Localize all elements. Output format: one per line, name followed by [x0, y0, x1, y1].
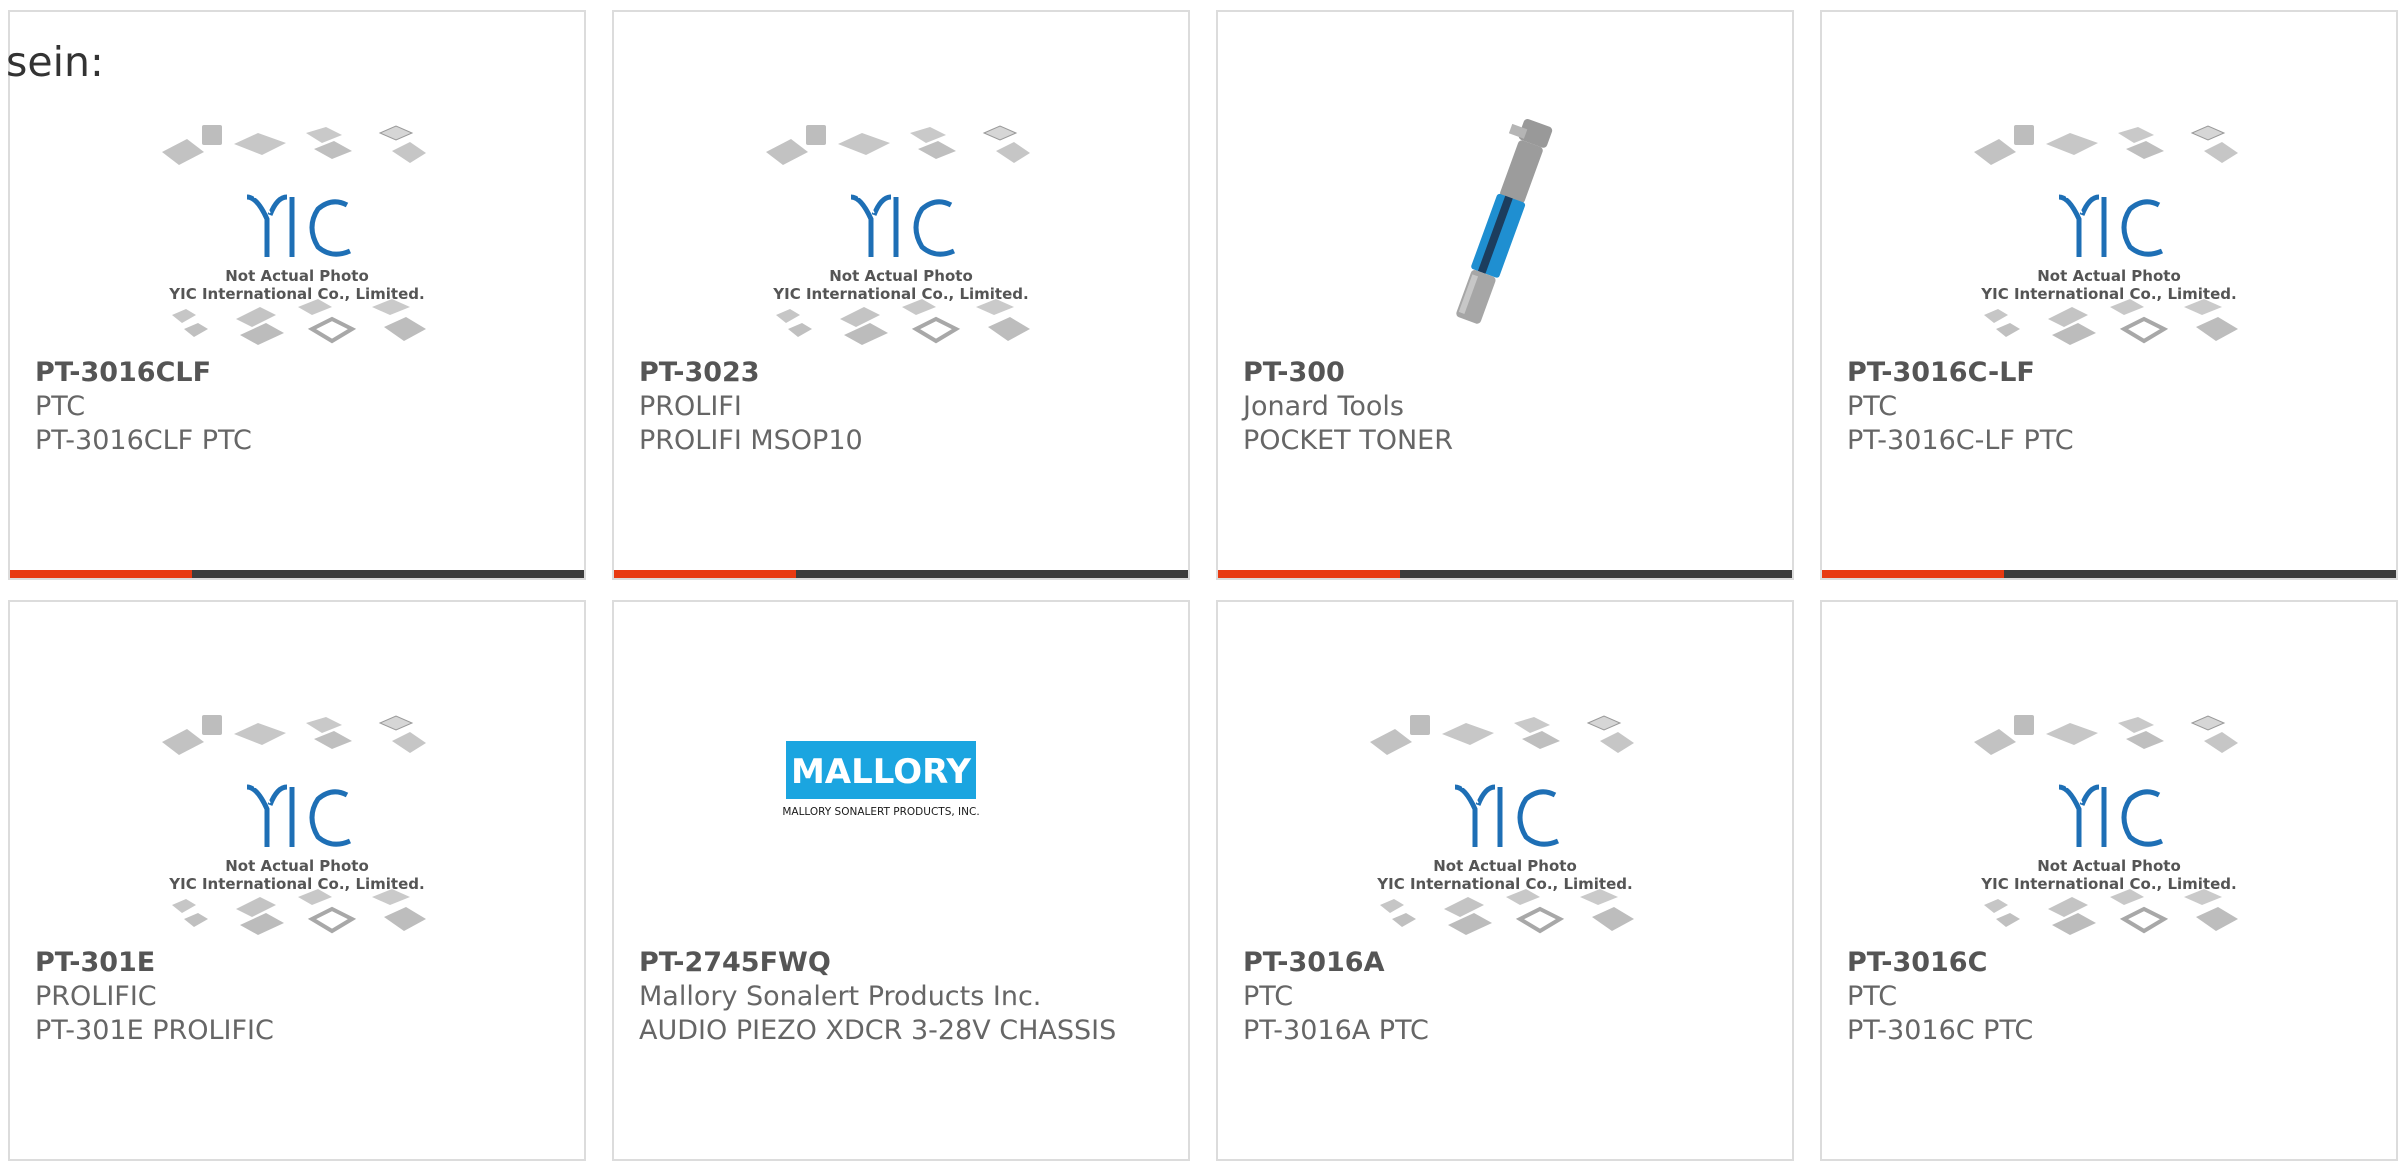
placeholder-line1: Not Actual Photo	[829, 267, 973, 285]
placeholder-line1: Not Actual Photo	[1433, 857, 1577, 875]
placeholder-photo: Not Actual Photo YIC International Co., …	[766, 124, 1032, 347]
placeholder-photo: Not Actual Photo YIC International Co., …	[1974, 124, 2240, 347]
product-info: PT-300 Jonard Tools POCKET TONER	[1243, 356, 1772, 458]
card-bar-accent	[614, 570, 796, 578]
product-manufacturer: PTC	[1847, 391, 1898, 422]
placeholder-photo: Not Actual Photo YIC International Co., …	[1974, 714, 2240, 937]
card-bar-accent	[1218, 570, 1400, 578]
product-image[interactable]	[1218, 97, 1792, 357]
placeholder-photo: Not Actual Photo YIC International Co., …	[162, 124, 428, 347]
placeholder-line2: YIC International Co., Limited.	[1980, 875, 2236, 893]
product-description: PT-3016A PTC	[1243, 1015, 1429, 1046]
mallory-tagline: MALLORY SONALERT PRODUCTS, INC.	[782, 806, 979, 818]
product-manufacturer: Jonard Tools	[1243, 391, 1404, 422]
product-card[interactable]: Not Actual Photo YIC International Co., …	[1820, 10, 2398, 580]
card-bottom-bar	[614, 570, 1188, 578]
product-part-number[interactable]: PT-3016C	[1847, 946, 2376, 980]
pocket-toner-photo	[1456, 119, 1553, 324]
card-bottom-bar	[1822, 570, 2396, 578]
product-image[interactable]: Not Actual Photo YIC International Co., …	[1822, 97, 2396, 357]
placeholder-line2: YIC International Co., Limited.	[772, 285, 1028, 303]
product-info: PT-3016C PTC PT-3016C PTC	[1847, 946, 2376, 1048]
placeholder-line1: Not Actual Photo	[2037, 267, 2181, 285]
product-manufacturer: PROLIFIC	[35, 981, 157, 1012]
product-card[interactable]: Not Actual Photo YIC International Co., …	[8, 600, 586, 1161]
placeholder-line2: YIC International Co., Limited.	[1980, 285, 2236, 303]
product-card[interactable]: Not Actual Photo YIC International Co., …	[1216, 600, 1794, 1161]
card-bottom-bar	[1218, 570, 1792, 578]
product-info: PT-3016CLF PTC PT-3016CLF PTC	[35, 356, 564, 458]
product-card[interactable]: Not Actual Photo YIC International Co., …	[8, 10, 586, 580]
card-bottom-bar	[10, 570, 584, 578]
product-manufacturer: PTC	[35, 391, 86, 422]
placeholder-line2: YIC International Co., Limited.	[1376, 875, 1632, 893]
product-image[interactable]: Not Actual Photo YIC International Co., …	[10, 687, 584, 947]
product-image[interactable]: MALLORY MALLORY SONALERT PRODUCTS, INC.	[614, 697, 1188, 957]
product-manufacturer: PTC	[1847, 981, 1898, 1012]
product-description: PT-3016CLF PTC	[35, 425, 252, 456]
product-info: PT-301E PROLIFIC PT-301E PROLIFIC	[35, 946, 564, 1048]
product-part-number[interactable]: PT-301E	[35, 946, 564, 980]
product-part-number[interactable]: PT-2745FWQ	[639, 946, 1168, 980]
product-card[interactable]: Not Actual Photo YIC International Co., …	[612, 10, 1190, 580]
product-image[interactable]: Not Actual Photo YIC International Co., …	[10, 97, 584, 357]
product-part-number[interactable]: PT-3023	[639, 356, 1168, 390]
intro-text: sein:	[6, 38, 104, 86]
product-info: PT-3016C-LF PTC PT-3016C-LF PTC	[1847, 356, 2376, 458]
product-image[interactable]: Not Actual Photo YIC International Co., …	[1822, 687, 2396, 947]
placeholder-line2: YIC International Co., Limited.	[168, 285, 424, 303]
product-manufacturer: PROLIFI	[639, 391, 742, 422]
product-image[interactable]: Not Actual Photo YIC International Co., …	[614, 97, 1188, 357]
placeholder-photo: Not Actual Photo YIC International Co., …	[1370, 714, 1636, 937]
card-bar-accent	[10, 570, 192, 578]
product-manufacturer: PTC	[1243, 981, 1294, 1012]
product-image[interactable]: Not Actual Photo YIC International Co., …	[1218, 687, 1792, 947]
card-bar-accent	[1822, 570, 2004, 578]
placeholder-line1: Not Actual Photo	[225, 857, 369, 875]
product-description: PROLIFI MSOP10	[639, 425, 863, 456]
mallory-logo: MALLORY MALLORY SONALERT PRODUCTS, INC.	[782, 741, 980, 818]
product-manufacturer: Mallory Sonalert Products Inc.	[639, 981, 1042, 1012]
product-part-number[interactable]: PT-3016C-LF	[1847, 356, 2376, 390]
product-description: POCKET TONER	[1243, 425, 1453, 456]
placeholder-line1: Not Actual Photo	[2037, 857, 2181, 875]
product-part-number[interactable]: PT-3016A	[1243, 946, 1772, 980]
product-info: PT-2745FWQ Mallory Sonalert Products Inc…	[639, 946, 1168, 1048]
product-card[interactable]: Not Actual Photo YIC International Co., …	[1820, 600, 2398, 1161]
product-info: PT-3016A PTC PT-3016A PTC	[1243, 946, 1772, 1048]
product-description: PT-3016C PTC	[1847, 1015, 2034, 1046]
product-description: PT-301E PROLIFIC	[35, 1015, 274, 1046]
product-part-number[interactable]: PT-3016CLF	[35, 356, 564, 390]
product-description: PT-3016C-LF PTC	[1847, 425, 2074, 456]
placeholder-photo: Not Actual Photo YIC International Co., …	[162, 714, 428, 937]
placeholder-line1: Not Actual Photo	[225, 267, 369, 285]
product-part-number[interactable]: PT-300	[1243, 356, 1772, 390]
product-card[interactable]: PT-300 Jonard Tools POCKET TONER	[1216, 10, 1794, 580]
mallory-logo-text: MALLORY	[791, 752, 971, 792]
product-description: AUDIO PIEZO XDCR 3-28V CHASSIS	[639, 1015, 1117, 1046]
product-info: PT-3023 PROLIFI PROLIFI MSOP10	[639, 356, 1168, 458]
placeholder-line2: YIC International Co., Limited.	[168, 875, 424, 893]
product-card[interactable]: MALLORY MALLORY SONALERT PRODUCTS, INC. …	[612, 600, 1190, 1161]
